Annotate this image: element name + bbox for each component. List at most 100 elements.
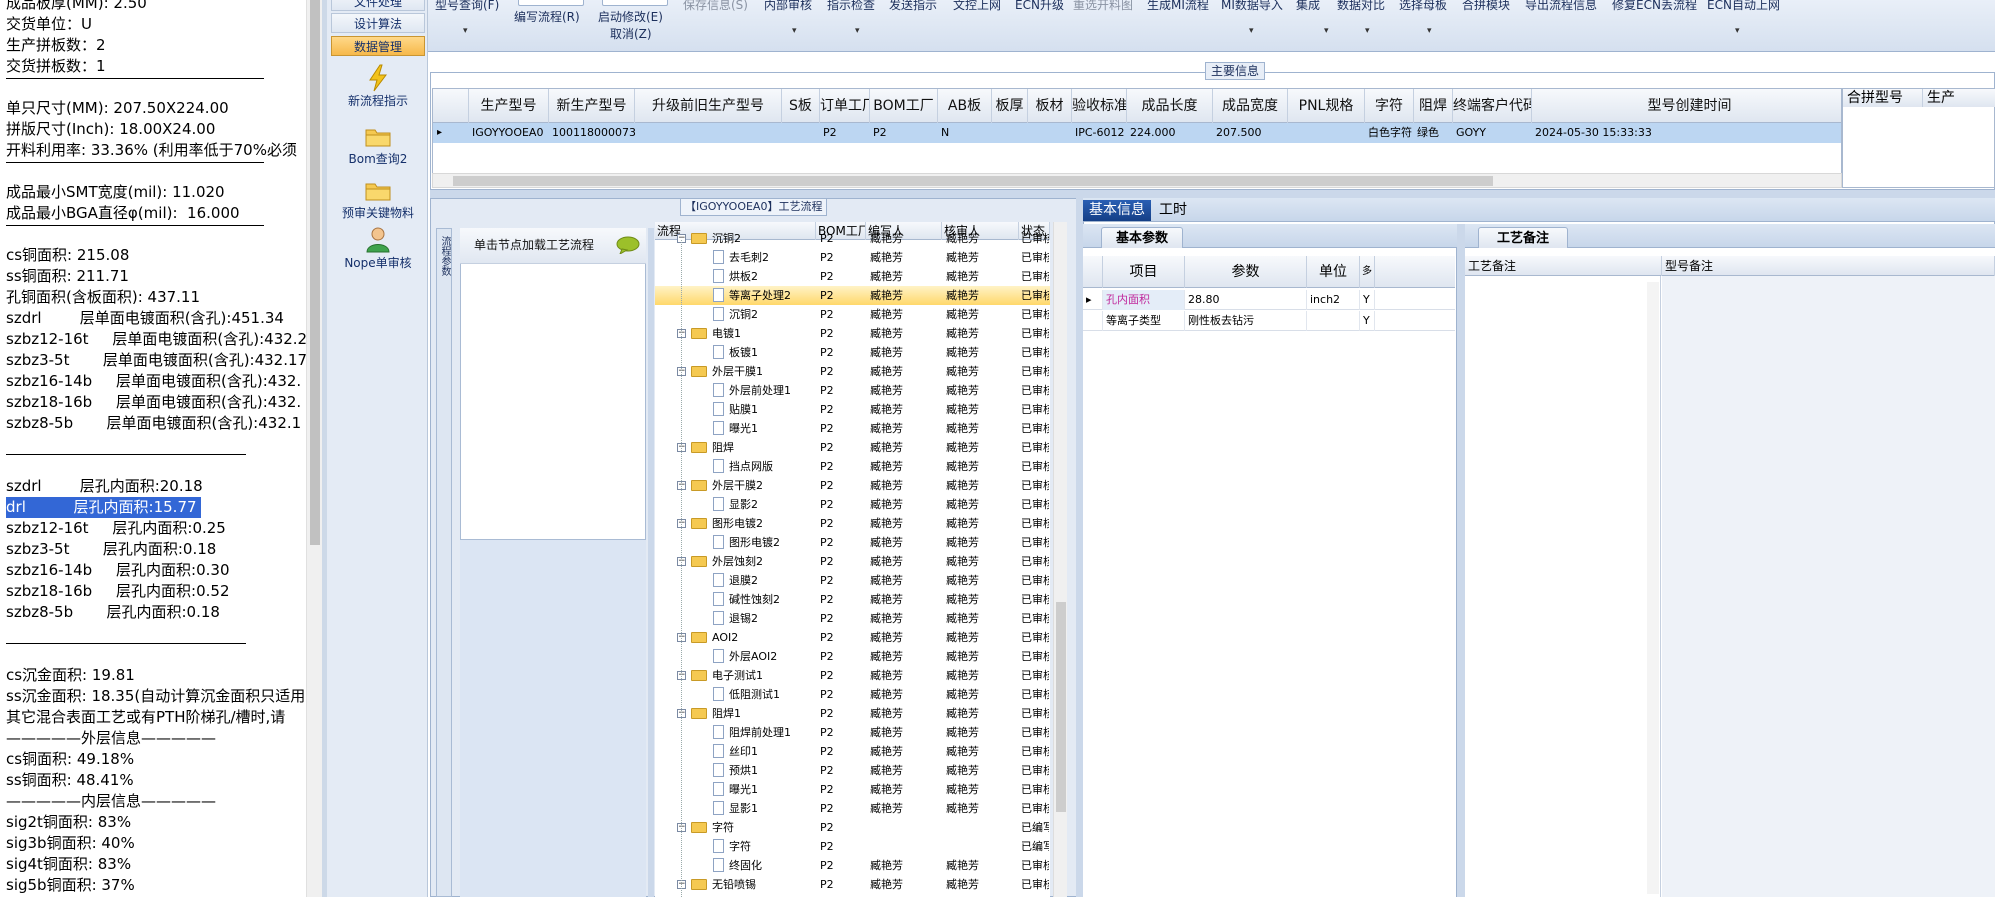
tree-row[interactable]: 显影1 P2 臧艳芳 臧艳芳 已审核 <box>655 799 1050 818</box>
toolbar-button[interactable]: 集成 <box>1296 0 1320 13</box>
toolbar-button[interactable]: ECN自动上网 <box>1707 0 1780 13</box>
column-header[interactable]: 成品长度 <box>1127 89 1213 123</box>
tree-row[interactable]: − 外层干膜1 P2 臧艳芳 臧艳芳 已审核 <box>655 362 1050 381</box>
tree-row[interactable]: 外层前处理1 P2 臧艳芳 臧艳芳 已审核 <box>655 381 1050 400</box>
column-header[interactable]: 型号创建时间 <box>1532 89 1841 123</box>
tree-row[interactable]: − 沉铜2 P2 臧艳芳 臧艳芳 已审核 <box>655 229 1050 248</box>
main-grid-scroll-thumb[interactable] <box>453 176 1493 186</box>
tree-row[interactable]: 挡点网版 P2 臧艳芳 臧艳芳 已审核 <box>655 457 1050 476</box>
cell[interactable]: GOYY <box>1453 123 1532 143</box>
tree-row[interactable]: 退锡2 P2 臧艳芳 臧艳芳 已审核 <box>655 609 1050 628</box>
column-header[interactable]: 板材 <box>1028 89 1072 123</box>
vertical-splitter[interactable] <box>1076 198 1083 897</box>
cell[interactable] <box>1288 123 1365 143</box>
cell[interactable]: 207.500 <box>1213 123 1288 143</box>
tab-basic-params[interactable]: 基本参数 <box>1101 227 1184 248</box>
column-header[interactable]: 订单工厂 <box>820 89 870 123</box>
cell[interactable]: 2024-05-30 15:33:33 <box>1532 123 1841 143</box>
chevron-down-icon[interactable]: ▾ <box>1427 26 1432 36</box>
notes-scroll-thumb[interactable] <box>310 0 320 545</box>
chevron-down-icon[interactable]: ▾ <box>792 26 797 36</box>
column-header[interactable]: 多 <box>1360 256 1375 288</box>
column-header[interactable]: 新生产型号 <box>549 89 635 123</box>
column-header[interactable]: 终端客户代码 <box>1453 89 1532 123</box>
toolbar-button[interactable]: 数据对比 <box>1337 0 1385 13</box>
column-header[interactable]: 成品宽度 <box>1213 89 1288 123</box>
column-header[interactable]: 生产型号 <box>469 89 549 123</box>
column-header[interactable]: PNL规格 <box>1288 89 1365 123</box>
column-header[interactable]: 阻焊 <box>1414 89 1453 123</box>
column-header[interactable]: BOM工厂 <box>870 89 938 123</box>
tree-row[interactable]: 外层AOI2 P2 臧艳芳 臧艳芳 已审核 <box>655 647 1050 666</box>
chevron-down-icon[interactable]: ▾ <box>855 26 860 36</box>
tree-row[interactable]: − 电镀1 P2 臧艳芳 臧艳芳 已审核 <box>655 324 1050 343</box>
tree-row[interactable]: 贴膜1 P2 臧艳芳 臧艳芳 已审核 <box>655 400 1050 419</box>
chevron-down-icon[interactable]: ▾ <box>1365 26 1370 36</box>
column-header[interactable]: 型号备注 <box>1662 256 1995 276</box>
param-value[interactable]: 28.80 <box>1185 290 1307 310</box>
column-header[interactable]: S板 <box>782 89 820 123</box>
column-header[interactable]: AB板 <box>938 89 992 123</box>
process-tree-scroll-thumb[interactable] <box>1056 602 1066 812</box>
tree-row[interactable]: − 阻焊 P2 臧艳芳 臧艳芳 已审核 <box>655 438 1050 457</box>
model-notes-textarea[interactable] <box>1662 276 1995 897</box>
toolbar-button[interactable]: 型号查询(F) <box>435 0 499 13</box>
tree-row[interactable]: 终固化 P2 臧艳芳 臧艳芳 已审核 <box>655 856 1050 875</box>
nav-button[interactable]: 新流程指示 <box>331 64 425 109</box>
nav-button[interactable]: Bom查询2 <box>331 122 425 167</box>
tree-row[interactable]: 曝光1 P2 臧艳芳 臧艳芳 已审核 <box>655 780 1050 799</box>
cell[interactable]: N <box>938 123 992 143</box>
chevron-down-icon[interactable]: ▾ <box>1249 26 1254 36</box>
tree-row[interactable]: 低阻测试1 P2 臧艳芳 臧艳芳 已审核 <box>655 685 1050 704</box>
cell[interactable] <box>635 123 782 143</box>
toolbar-button[interactable]: 修复ECN丢流程 <box>1612 0 1697 13</box>
toolbar-button[interactable]: 导出流程信息 <box>1525 0 1597 13</box>
notes-splitter[interactable] <box>1457 224 1465 897</box>
column-header[interactable]: 升级前旧生产型号 <box>635 89 782 123</box>
tree-row[interactable]: 去毛刺2 P2 臧艳芳 臧艳芳 已审核 <box>655 248 1050 267</box>
cell[interactable] <box>992 123 1028 143</box>
toolbar-button[interactable]: 指示检查 <box>827 0 875 13</box>
tree-row[interactable]: − 外层干膜2 P2 臧艳芳 臧艳芳 已审核 <box>655 476 1050 495</box>
process-notes-textarea[interactable] <box>1465 276 1661 897</box>
process-tree-scrollbar[interactable] <box>1053 222 1067 897</box>
toolbar-button[interactable]: 发送指示 <box>889 0 937 13</box>
vertical-tab-process-params[interactable] <box>436 228 452 897</box>
nav-tab[interactable]: 文件处理 <box>331 0 425 11</box>
tree-row[interactable]: 曝光1 P2 臧艳芳 臧艳芳 已审核 <box>655 419 1050 438</box>
tree-row[interactable]: 碱性蚀刻2 P2 臧艳芳 臧艳芳 已审核 <box>655 590 1050 609</box>
tree-row[interactable]: 丝印1 P2 臧艳芳 臧艳芳 已审核 <box>655 742 1050 761</box>
chevron-down-icon[interactable]: ▾ <box>1324 26 1329 36</box>
tree-row[interactable]: − 电子测试1 P2 臧艳芳 臧艳芳 已审核 <box>655 666 1050 685</box>
toolbar-small-button[interactable] <box>518 0 584 6</box>
tree-row[interactable]: − 图形电镀2 P2 臧艳芳 臧艳芳 已审核 <box>655 514 1050 533</box>
tree-row[interactable]: 等离子处理2 P2 臧艳芳 臧艳芳 已审核 <box>655 286 1050 305</box>
toolbar-button[interactable]: 内部审核 <box>764 0 812 13</box>
nav-button[interactable]: 预审关键物料 <box>331 176 425 221</box>
tree-row[interactable]: 沉铜2 P2 臧艳芳 臧艳芳 已审核 <box>655 305 1050 324</box>
tree-row[interactable]: − 外层蚀刻2 P2 臧艳芳 臧艳芳 已审核 <box>655 552 1050 571</box>
toolbar-button[interactable]: 取消(Z) <box>610 25 652 42</box>
main-info-row[interactable]: ▸IGOYYOOEA010011800007341P2P2NIPC-6012 I… <box>433 123 1841 143</box>
tree-splitter[interactable] <box>648 228 654 897</box>
cell[interactable]: 10011800007341 <box>549 123 635 143</box>
speech-bubble-icon[interactable] <box>616 236 640 254</box>
cell[interactable]: 224.000 <box>1127 123 1213 143</box>
toolbar-button[interactable]: MI数据导入 <box>1221 0 1283 13</box>
cell[interactable]: P2 <box>820 123 870 143</box>
toolbar-button[interactable]: 启动修改(E) <box>598 8 663 25</box>
column-header[interactable]: 单位 <box>1307 256 1360 288</box>
tree-row[interactable]: 阻焊前处理1 P2 臧艳芳 臧艳芳 已审核 <box>655 723 1050 742</box>
cell[interactable] <box>782 123 820 143</box>
tab-process-notes[interactable]: 工艺备注 <box>1478 227 1569 248</box>
tree-row[interactable]: − 字符 P2 已编写 <box>655 818 1050 837</box>
toolbar-button[interactable]: ECN升级 <box>1015 0 1064 13</box>
nav-tab[interactable]: 数据管理 <box>331 36 425 56</box>
tree-row[interactable]: 字符 P2 已编写 <box>655 837 1050 856</box>
toolbar-button[interactable]: 生成MI流程 <box>1147 0 1209 13</box>
toolbar-button[interactable]: 编写流程(R) <box>514 8 580 25</box>
column-header[interactable]: 合拼型号 <box>1843 89 1923 107</box>
param-row[interactable]: 等离子类型 刚性板去钻污 Y <box>1083 311 1455 331</box>
toolbar-button[interactable]: 选择母板 <box>1399 0 1447 13</box>
cell[interactable]: IGOYYOOEA0 <box>469 123 549 143</box>
